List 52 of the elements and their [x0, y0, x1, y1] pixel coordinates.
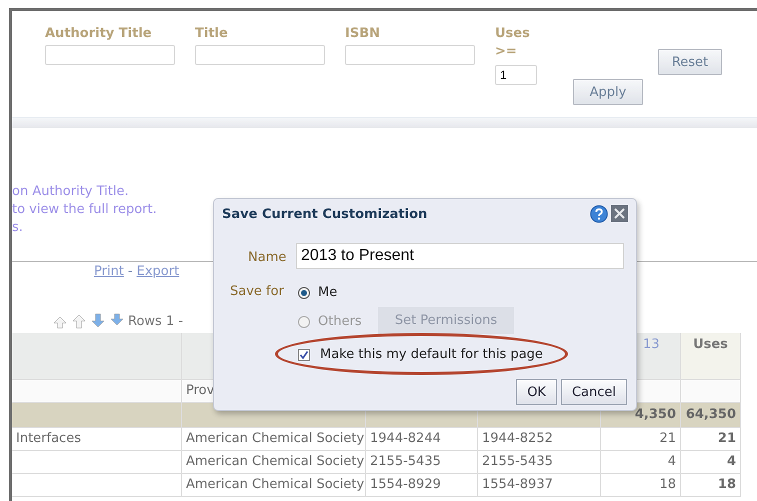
table-cell: 18: [601, 474, 681, 497]
filter-input[interactable]: [45, 45, 175, 65]
save-for-label: Save for: [230, 284, 284, 299]
filter-input[interactable]: [345, 45, 475, 65]
total-cell: 64,350: [681, 403, 741, 428]
uses-input[interactable]: 1: [495, 65, 537, 85]
table-cell: American Chemical Society: [182, 428, 366, 451]
table-cell: American Chemical Society: [182, 451, 366, 474]
table-cell: 21: [681, 428, 741, 451]
table-cell: Interfaces: [12, 428, 182, 451]
reset-button[interactable]: Reset: [658, 49, 722, 75]
name-label: Name: [248, 250, 286, 265]
info-text: s.: [12, 220, 23, 235]
header-cell: Uses: [681, 333, 741, 380]
next-page-icon[interactable]: [90, 313, 106, 329]
info-text: on Authority Title.: [12, 184, 129, 199]
dialog-button[interactable]: Cancel: [560, 379, 627, 405]
table-cell: 2155-5435: [478, 451, 601, 474]
filter-label: Uses >=: [495, 25, 531, 61]
table-cell: 1554-8937: [478, 474, 601, 497]
table-cell: 1944-8244: [366, 428, 478, 451]
filter-input[interactable]: [195, 45, 325, 65]
table-cell: 21: [601, 428, 681, 451]
export-link[interactable]: Export: [136, 264, 180, 279]
checkbox[interactable]: [298, 348, 310, 360]
table-cell: American Chemical Society: [182, 474, 366, 497]
table-cell: 18: [681, 474, 741, 497]
table-cell: 1944-8252: [478, 428, 601, 451]
print-link[interactable]: Print: [94, 264, 124, 279]
table-cell: 4: [601, 451, 681, 474]
table-cell: 4: [681, 451, 741, 474]
close-icon[interactable]: [611, 205, 628, 222]
table-cell: 2155-5435: [366, 451, 478, 474]
filter-label: Title: [195, 25, 229, 43]
previous-page-icon[interactable]: [71, 313, 87, 329]
checkbox-label: Make this my default for this page: [320, 347, 543, 362]
radio-button[interactable]: [298, 286, 310, 298]
dialog-button[interactable]: OK: [516, 379, 557, 405]
dialog-title: Save Current Customization: [222, 207, 428, 222]
radio-label: Others: [318, 314, 362, 329]
name-input[interactable]: 2013 to Present: [296, 243, 624, 269]
header-cell: [681, 380, 741, 403]
link-separator: -: [128, 264, 133, 279]
info-text: to view the full report.: [12, 202, 157, 217]
filter-label: Authority Title: [45, 25, 153, 43]
set-permissions-button[interactable]: Set Permissions: [378, 307, 514, 334]
help-icon[interactable]: [590, 205, 608, 223]
apply-button[interactable]: Apply: [573, 79, 643, 105]
table-cell: 1554-8929: [366, 474, 478, 497]
radio-label: Me: [318, 285, 338, 300]
filter-label: ISBN: [345, 25, 381, 43]
rows-label: Rows 1 -: [128, 314, 184, 328]
